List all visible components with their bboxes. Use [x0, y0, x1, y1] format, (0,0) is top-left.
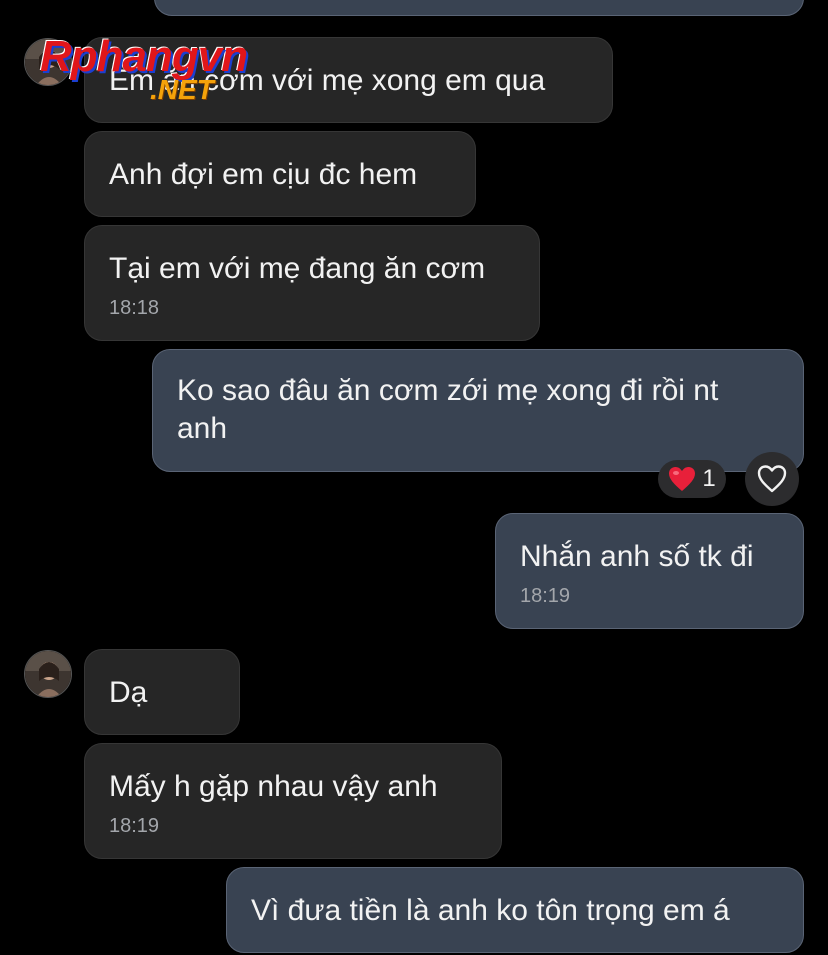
message-text: Vì đưa tiền là anh ko tôn trọng em á [251, 894, 730, 927]
message-timestamp: 18:19 [109, 815, 160, 837]
reaction-count: 1 [702, 465, 716, 492]
contact-avatar[interactable] [24, 38, 72, 86]
react-button[interactable] [745, 452, 799, 506]
heart-icon [669, 467, 696, 491]
message-text: Ko sao đâu ăn cơm zới mẹ xong đi rồi nt … [177, 374, 719, 445]
incoming-message[interactable]: Tại em với mẹ đang ăn cơm 18:18 [84, 225, 540, 341]
message-text: Nhắn anh số tk đi [520, 540, 754, 573]
message-timestamp: 18:18 [109, 297, 160, 319]
message-text: Mấy h gặp nhau vậy anh [109, 770, 438, 803]
incoming-message[interactable]: Dạ [84, 649, 240, 735]
outgoing-message[interactable]: Nhắn anh số tk đi 18:19 [495, 513, 804, 629]
message-text: Dạ [109, 676, 148, 709]
outgoing-message[interactable]: Vì đưa tiền là anh ko tôn trọng em á [226, 867, 804, 953]
heart-outline-icon [757, 465, 787, 493]
incoming-message[interactable]: Mấy h gặp nhau vậy anh 18:19 [84, 743, 502, 859]
message-bubble-partial[interactable] [154, 0, 804, 16]
message-text: Anh đợi em cịu đc hem [109, 158, 418, 191]
reaction-badge[interactable]: 1 [658, 460, 726, 498]
incoming-message[interactable]: Anh đợi em cịu đc hem [84, 131, 476, 217]
message-text: Tại em với mẹ đang ăn cơm [109, 252, 486, 285]
avatar-image [25, 651, 71, 697]
message-text: Em ăn cơm với mẹ xong em qua [109, 64, 546, 97]
message-timestamp: 18:19 [520, 585, 571, 607]
contact-avatar[interactable] [24, 650, 72, 698]
outgoing-message[interactable]: Ko sao đâu ăn cơm zới mẹ xong đi rồi nt … [152, 349, 804, 472]
avatar-image [25, 39, 71, 85]
incoming-message[interactable]: Em ăn cơm với mẹ xong em qua [84, 37, 613, 123]
